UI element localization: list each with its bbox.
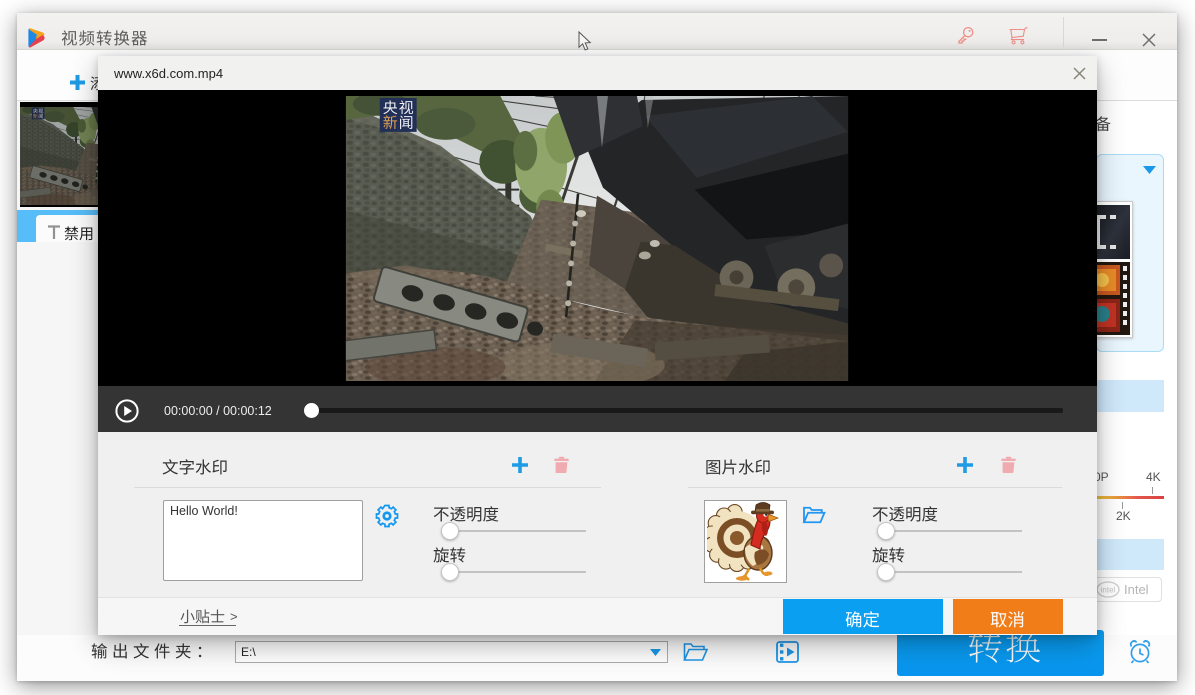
svg-text:intel: intel [1101,586,1116,595]
